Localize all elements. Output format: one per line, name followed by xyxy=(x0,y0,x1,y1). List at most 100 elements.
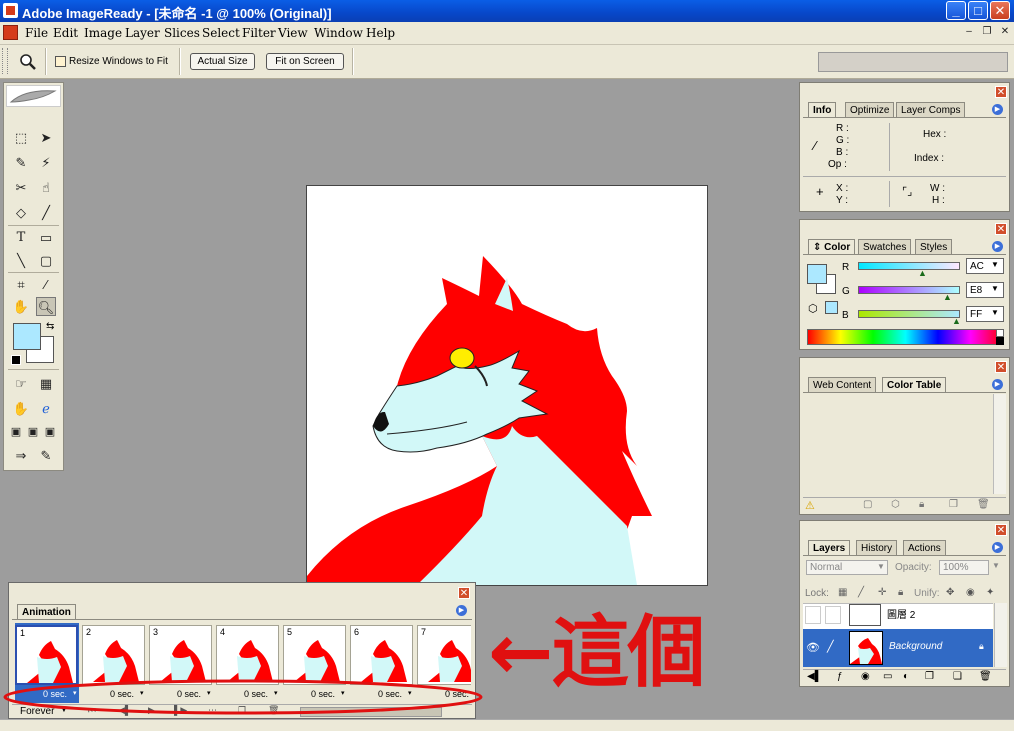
frame-delay[interactable]: 0 sec. xyxy=(378,689,402,699)
frame-thumbnail[interactable]: 7 xyxy=(417,625,471,685)
close-button[interactable]: ✕ xyxy=(990,1,1010,20)
animation-frame[interactable]: 5 0 sec. ▾ xyxy=(283,623,347,703)
lock-position-icon[interactable]: ✛ xyxy=(878,587,886,598)
trash-icon[interactable]: 🗑︎ xyxy=(268,705,279,716)
screen-mode-full-menu-icon[interactable]: ▣ xyxy=(25,423,41,442)
zoom-tool-icon[interactable]: 🔍︎ xyxy=(36,297,56,316)
slice-tool-icon[interactable]: ✂ xyxy=(11,178,31,197)
web-content-menu-icon[interactable]: ▶ xyxy=(992,379,1003,390)
hand-tool-icon[interactable]: ✋ xyxy=(11,297,31,316)
new-frame-icon[interactable]: ❐ xyxy=(238,705,246,716)
frame-delay[interactable]: 0 sec. xyxy=(244,689,268,699)
channel-g-field[interactable]: E8 ▼ xyxy=(966,282,1004,298)
chevron-down-icon[interactable]: ▾ xyxy=(73,689,77,697)
slice-select-tool-icon[interactable]: ☝ xyxy=(36,178,56,197)
channel-b-slider[interactable] xyxy=(858,310,960,318)
tab-layers[interactable]: Layers xyxy=(808,540,851,555)
move-tool-icon[interactable]: ➤ xyxy=(36,128,56,147)
unify-visibility-icon[interactable]: ◉ xyxy=(966,587,975,598)
channel-g-thumb[interactable]: ▲ xyxy=(943,292,952,302)
default-colors-icon[interactable] xyxy=(11,355,21,365)
channel-b-field[interactable]: FF ▼ xyxy=(966,306,1004,322)
menu-slices[interactable]: Slices xyxy=(164,26,200,40)
image-map-visibility-icon[interactable]: ▦ xyxy=(36,374,56,393)
doc-close-button[interactable]: ✕ xyxy=(998,26,1012,39)
animation-frame[interactable]: 3 0 sec. ▾ xyxy=(149,623,213,703)
chevron-down-icon[interactable]: ▾ xyxy=(274,689,278,697)
animation-frame[interactable]: 1 0 sec. ▾ xyxy=(15,623,79,703)
rounded-rectangle-tool-icon[interactable]: ▢ xyxy=(36,251,56,270)
image-map-tool-icon[interactable]: ☞ xyxy=(11,374,31,393)
fit-on-screen-button[interactable]: Fit on Screen xyxy=(266,53,344,70)
trash-icon[interactable]: 🗑︎ xyxy=(979,671,992,682)
menu-select[interactable]: Select xyxy=(202,26,240,40)
actual-size-button[interactable]: Actual Size xyxy=(190,53,255,70)
animation-frame[interactable]: 70 sec.▾ xyxy=(417,623,471,703)
brush-tool-icon[interactable]: ╱ xyxy=(36,203,56,222)
frame-thumbnail[interactable]: 2 xyxy=(82,625,145,685)
menu-window[interactable]: Window xyxy=(314,26,363,40)
menu-filter[interactable]: Filter xyxy=(242,26,276,40)
chevron-down-icon[interactable]: ▾ xyxy=(140,689,144,697)
layers-scrollbar[interactable] xyxy=(994,603,1007,667)
layers-panel-menu-icon[interactable]: ▶ xyxy=(992,542,1003,553)
maximize-button[interactable]: □ xyxy=(968,1,988,20)
animation-frame[interactable]: 2 0 sec. ▾ xyxy=(82,623,146,703)
eraser-tool-icon[interactable]: ◇ xyxy=(11,203,31,222)
lock-all-icon[interactable]: 🔒︎ xyxy=(898,587,903,598)
frame-delay[interactable]: 0 sec. xyxy=(110,689,134,699)
tab-swatches[interactable]: Swatches xyxy=(858,239,912,254)
layers-panel-close-button[interactable]: ✕ xyxy=(995,524,1007,536)
animation-frame[interactable]: 6 0 sec. ▾ xyxy=(350,623,414,703)
first-frame-icon[interactable]: ⏮︎ xyxy=(88,705,96,716)
color-ramp[interactable] xyxy=(807,329,1004,345)
options-grip[interactable] xyxy=(2,48,8,74)
minimize-button[interactable]: _ xyxy=(946,1,966,20)
menu-help[interactable]: Help xyxy=(366,26,395,40)
color-panel-close-button[interactable]: ✕ xyxy=(995,223,1007,235)
frame-thumbnail[interactable]: 4 xyxy=(216,625,279,685)
ramp-white-swatch[interactable] xyxy=(996,329,1004,337)
preview-tool-icon[interactable]: ✋ xyxy=(11,399,31,418)
color-panel-menu-icon[interactable]: ▶ xyxy=(992,241,1003,252)
magic-wand-tool-icon[interactable]: ⚡ xyxy=(36,153,56,172)
tab-color[interactable]: ⇕ Color xyxy=(808,239,856,254)
type-tool-icon[interactable]: T xyxy=(11,228,31,247)
menu-view[interactable]: View xyxy=(278,26,308,40)
tab-info[interactable]: Info xyxy=(808,102,837,117)
frame-thumbnail[interactable]: 5 xyxy=(283,625,346,685)
marquee-tool-icon[interactable]: ⬚ xyxy=(11,128,31,147)
channel-r-thumb[interactable]: ▲ xyxy=(918,268,927,278)
loop-select[interactable]: Forever xyxy=(20,706,54,717)
palette-well[interactable] xyxy=(818,52,1008,72)
screen-mode-standard-icon[interactable]: ▣ xyxy=(8,423,24,442)
info-panel-close-button[interactable]: ✕ xyxy=(995,86,1007,98)
doc-minimize-button[interactable]: – xyxy=(962,26,976,39)
animation-panel-close-button[interactable]: ✕ xyxy=(458,587,470,599)
tab-color-table[interactable]: Color Table xyxy=(882,377,947,392)
jump-to-photoshop-icon[interactable]: ⇒ xyxy=(11,446,31,465)
visibility-toggle[interactable] xyxy=(805,606,821,624)
tab-web-content[interactable]: Web Content xyxy=(808,377,877,392)
unify-style-icon[interactable]: ✦ xyxy=(986,587,994,598)
frame-thumbnail[interactable]: 6 xyxy=(350,625,413,685)
map-transparent-icon[interactable]: ▢ xyxy=(863,499,872,510)
tab-styles[interactable]: Styles xyxy=(915,239,953,254)
frame-thumbnail[interactable]: 3 xyxy=(149,625,212,685)
swap-colors-icon[interactable]: ⇆ xyxy=(46,321,54,332)
ramp-black-swatch[interactable] xyxy=(996,337,1004,345)
web-shift-icon[interactable]: ⬡ xyxy=(891,499,900,510)
channel-r-slider[interactable] xyxy=(858,262,960,270)
new-set-icon[interactable]: ▭ xyxy=(883,671,892,682)
resize-windows-checkbox[interactable] xyxy=(55,56,66,67)
browser-preview-icon[interactable]: ℯ xyxy=(36,399,56,418)
animation-frame[interactable]: 4 0 sec. ▾ xyxy=(216,623,280,703)
tween-icon[interactable]: ⋯ xyxy=(208,705,217,716)
play-icon[interactable]: ▶ xyxy=(148,705,155,716)
line-tool-icon[interactable]: ╲ xyxy=(11,251,31,270)
unify-position-icon[interactable]: ✥ xyxy=(946,587,954,598)
tab-layer-comps[interactable]: Layer Comps xyxy=(896,102,966,117)
frame-delay[interactable]: 0 sec. xyxy=(445,689,469,699)
menu-image[interactable]: Image xyxy=(84,26,122,40)
lock-color-icon[interactable]: 🔒︎ xyxy=(919,499,924,510)
